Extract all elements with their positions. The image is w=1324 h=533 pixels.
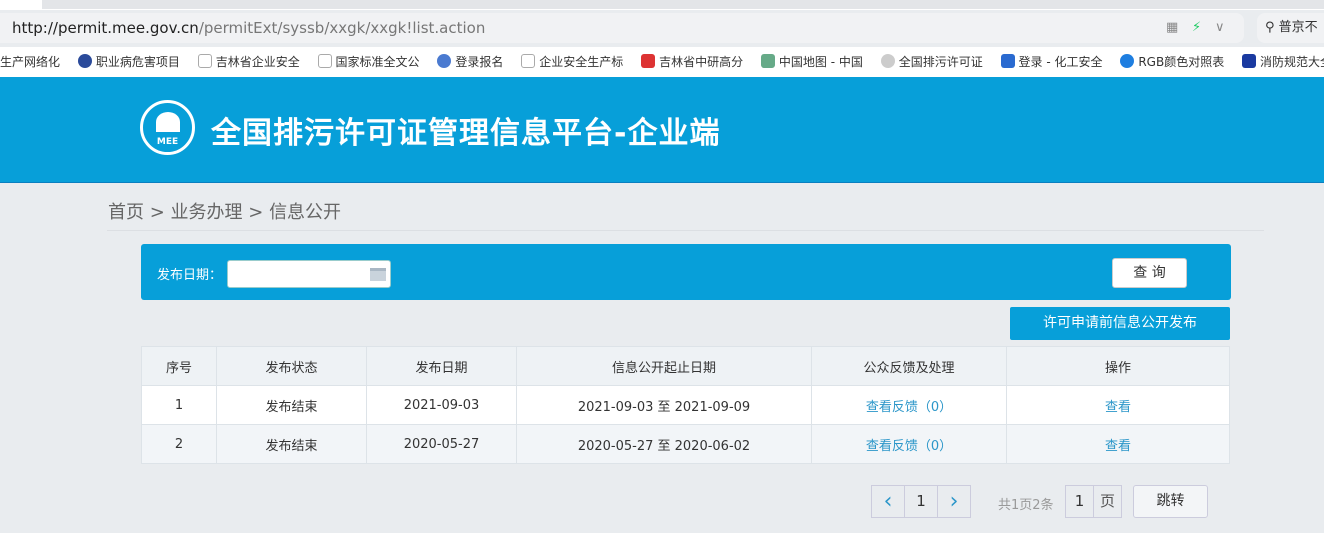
divider <box>107 230 1264 231</box>
cell-date: 2020-05-27 <box>366 424 517 464</box>
gear-icon <box>880 54 895 68</box>
browser-search-box[interactable]: ⚲ 普京不 <box>1257 13 1324 43</box>
view-link[interactable]: 查看 <box>1105 400 1131 415</box>
breadcrumb-current: 信息公开 <box>269 202 342 223</box>
bookmark[interactable]: 消防规范大全 - <box>1242 47 1324 77</box>
bookmark[interactable]: 全国排污许可证 <box>880 47 983 77</box>
cell-range: 2020-05-27 至 2020-06-02 <box>516 424 812 464</box>
page-icon <box>317 54 332 68</box>
view-feedback-link[interactable]: 查看反馈（0） <box>866 400 952 415</box>
breadcrumb: 首页 > 业务办理 > 信息公开 <box>108 202 342 223</box>
at-icon <box>641 54 656 68</box>
chevron-down-icon[interactable]: ∨ <box>1215 13 1225 43</box>
table-row: 1 发布结束 2021-09-03 2021-09-03 至 2021-09-0… <box>141 385 1230 425</box>
url-host: http://permit.mee.gov.cn <box>12 19 199 37</box>
site-icon <box>77 54 92 68</box>
page-icon <box>521 54 536 68</box>
bookmark[interactable]: RGB颜色对照表 <box>1120 47 1224 77</box>
cell-no: 1 <box>141 385 217 425</box>
page-unit-label: 页 <box>1093 485 1122 518</box>
col-header: 发布日期 <box>366 346 517 386</box>
bookmark[interactable]: 吉林省企业安全 <box>197 47 300 77</box>
url-path: /permitExt/syssb/xxgk/xxgk!list.action <box>198 19 486 37</box>
bookmark[interactable]: 登录报名 <box>437 47 503 77</box>
search-panel: 发布日期： 查 询 <box>141 244 1231 300</box>
map-icon <box>760 54 775 68</box>
bookmark[interactable]: 企业安全生产标 <box>521 47 623 77</box>
view-link[interactable]: 查看 <box>1105 439 1131 454</box>
bookmark[interactable]: 生产网络化 <box>0 47 60 77</box>
info-table: 序号 发布状态 发布日期 信息公开起止日期 公众反馈及处理 操作 1 发布结束 … <box>141 346 1230 464</box>
publish-button[interactable]: 许可申请前信息公开发布 <box>1010 307 1230 340</box>
cell-status: 发布结束 <box>216 424 367 464</box>
site-header: MEE 全国排污许可证管理信息平台-企业端 <box>0 77 1324 183</box>
bookmarks-bar: 生产网络化 职业病危害项目 吉林省企业安全 国家标准全文公 登录报名 企业安全生… <box>0 47 1324 77</box>
col-header: 发布状态 <box>216 346 367 386</box>
date-label: 发布日期： <box>157 268 223 283</box>
table-header: 序号 发布状态 发布日期 信息公开起止日期 公众反馈及处理 操作 <box>141 346 1230 386</box>
site-icon <box>1000 54 1015 68</box>
search-icon: ⚲ <box>1265 20 1279 35</box>
page-icon <box>197 54 212 68</box>
page-summary: 共1页2条 <box>998 498 1054 513</box>
address-bar[interactable]: http://permit.mee.gov.cn/permitExt/syssb… <box>0 13 1244 43</box>
mee-logo: MEE <box>140 100 195 155</box>
calendar-icon[interactable] <box>370 268 386 281</box>
lightning-icon[interactable]: ⚡ <box>1192 13 1201 43</box>
query-button[interactable]: 查 询 <box>1112 258 1187 288</box>
page-1-button[interactable]: 1 <box>904 485 938 518</box>
site-icon <box>437 54 452 68</box>
c-icon <box>1120 54 1135 68</box>
breadcrumb-home[interactable]: 首页 <box>108 202 144 223</box>
pl-icon <box>1242 54 1257 68</box>
cell-no: 2 <box>141 424 217 464</box>
site-title: 全国排污许可证管理信息平台-企业端 <box>211 116 721 151</box>
bookmark[interactable]: 国家标准全文公 <box>317 47 420 77</box>
qr-icon[interactable]: ▦ <box>1166 13 1178 43</box>
view-feedback-link[interactable]: 查看反馈（0） <box>866 439 952 454</box>
next-page-button[interactable]: › <box>937 485 971 518</box>
browser-tab-strip <box>0 0 1324 10</box>
col-header: 公众反馈及处理 <box>811 346 1007 386</box>
page-number-input[interactable]: 1 <box>1065 485 1094 518</box>
bookmark[interactable]: 吉林省中研高分 <box>641 47 743 77</box>
date-input[interactable] <box>227 260 391 288</box>
bookmark[interactable]: 中国地图 - 中国 <box>760 47 863 77</box>
col-header: 信息公开起止日期 <box>516 346 812 386</box>
col-header: 操作 <box>1006 346 1230 386</box>
bookmark[interactable]: 职业病危害项目 <box>77 47 180 77</box>
cell-date: 2021-09-03 <box>366 385 517 425</box>
prev-page-button[interactable]: ‹ <box>871 485 905 518</box>
col-header: 序号 <box>141 346 217 386</box>
jump-button[interactable]: 跳转 <box>1133 485 1208 518</box>
bookmark[interactable]: 登录 - 化工安全 <box>1000 47 1103 77</box>
cell-range: 2021-09-03 至 2021-09-09 <box>516 385 812 425</box>
search-text: 普京不 <box>1278 20 1318 35</box>
cell-status: 发布结束 <box>216 385 367 425</box>
breadcrumb-business[interactable]: 业务办理 <box>171 202 243 223</box>
table-row: 2 发布结束 2020-05-27 2020-05-27 至 2020-06-0… <box>141 424 1230 464</box>
